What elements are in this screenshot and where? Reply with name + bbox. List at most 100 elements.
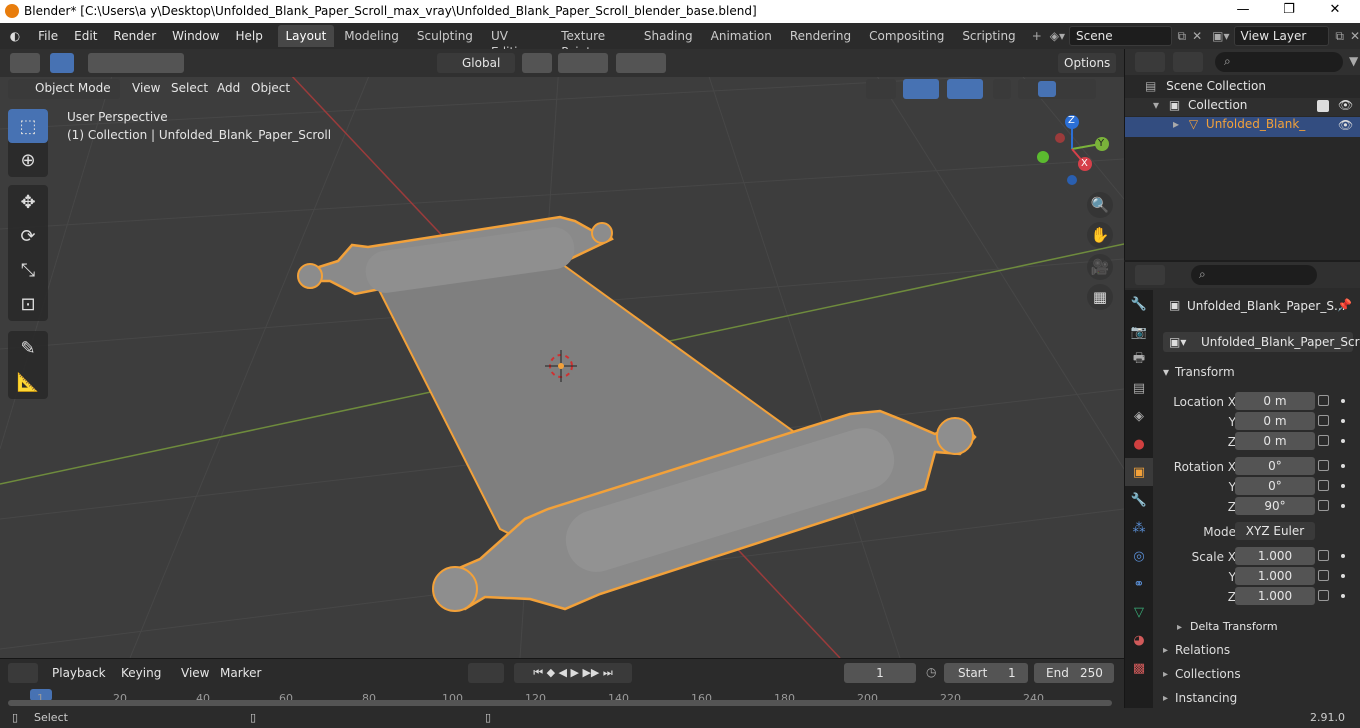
scene-name-field[interactable]: Scene (1069, 26, 1172, 46)
filter-icon[interactable]: ▼ (1349, 54, 1358, 68)
measure-icon[interactable]: 📐 (8, 365, 48, 399)
scale-x-field[interactable]: 1.000 (1235, 547, 1315, 565)
relations-panel-header[interactable]: Relations (1175, 643, 1230, 657)
lock-icon[interactable] (1318, 415, 1329, 426)
location-y-field[interactable]: 0 m (1235, 412, 1315, 430)
timeline-menu-keying[interactable]: Keying (121, 666, 161, 680)
keyframe-dot-icon[interactable] (1341, 504, 1345, 508)
current-frame-field[interactable]: 1 (844, 663, 916, 683)
expand-arrow-icon[interactable]: ▸ (1163, 693, 1168, 704)
tab-sculpting[interactable]: Sculpting (409, 25, 481, 47)
solid-shading-icon[interactable] (1038, 81, 1056, 97)
tab-modeling[interactable]: Modeling (336, 25, 407, 47)
tab-animation[interactable]: Animation (703, 25, 780, 47)
rotation-z-field[interactable]: 90° (1235, 497, 1315, 515)
outliner-editor-icon[interactable] (1135, 52, 1165, 72)
expand-arrow-icon[interactable]: ▸ (1177, 622, 1182, 633)
perspective-grid-icon[interactable]: ▦ (1087, 284, 1113, 310)
keyframe-dot-icon[interactable] (1341, 399, 1345, 403)
view-layer-icon[interactable]: ▣▾ (1212, 29, 1229, 43)
keyframe-dot-icon[interactable] (1341, 419, 1345, 423)
lock-icon[interactable] (1318, 480, 1329, 491)
constraints-tab-icon[interactable]: ⚭ (1125, 570, 1153, 598)
outliner-row-collection[interactable]: ▾ ▣ Collection 👁 (1125, 98, 1360, 116)
cursor-icon[interactable]: ⊕ (8, 143, 48, 177)
playback-controls[interactable]: ⏮ ◆ ◀ ▶ ▶▶ ⏭ (514, 663, 632, 683)
scale-icon[interactable]: ⤡ (8, 253, 48, 287)
view-layer-field[interactable]: View Layer (1233, 26, 1330, 46)
visibility-icon[interactable] (866, 79, 896, 99)
camera-icon[interactable]: 🎥 (1087, 254, 1113, 280)
scene-tab-icon[interactable]: ◈ (1125, 402, 1153, 430)
lock-icon[interactable] (1318, 460, 1329, 471)
lock-icon[interactable] (1318, 570, 1329, 581)
menu-file[interactable]: File (30, 29, 66, 43)
delete-scene-icon[interactable]: ✕ (1192, 29, 1202, 43)
eye-icon[interactable]: 👁 (1338, 118, 1353, 132)
record-button[interactable] (468, 663, 504, 683)
select-tool-icon[interactable] (50, 53, 74, 73)
delete-view-layer-icon[interactable]: ✕ (1350, 29, 1360, 43)
object-tab-icon[interactable]: ▣ (1125, 458, 1153, 486)
data-tab-icon[interactable]: ▽ (1125, 598, 1153, 626)
tab-texture-paint[interactable]: Texture Paint (553, 25, 634, 59)
3d-viewport[interactable]: Z Y X Global Options Object Mode View Se… (0, 49, 1124, 658)
maximize-button[interactable]: ❐ (1266, 2, 1312, 22)
output-tab-icon[interactable]: 🖶 (1125, 346, 1153, 374)
timeline-menu-marker[interactable]: Marker (220, 666, 261, 680)
menu-render[interactable]: Render (105, 29, 164, 43)
particles-tab-icon[interactable]: ⁂ (1125, 514, 1153, 542)
scale-z-field[interactable]: 1.000 (1235, 587, 1315, 605)
tool-tab-icon[interactable]: 🔧 (1125, 290, 1153, 318)
keyframe-dot-icon[interactable] (1341, 554, 1345, 558)
close-window-button[interactable]: ✕ (1312, 2, 1358, 22)
location-x-field[interactable]: 0 m (1235, 392, 1315, 410)
lock-icon[interactable] (1318, 395, 1329, 406)
lock-icon[interactable] (1318, 500, 1329, 511)
minimize-button[interactable]: — (1220, 2, 1266, 22)
display-mode-icon[interactable] (1173, 52, 1203, 72)
tab-compositing[interactable]: Compositing (861, 25, 952, 47)
rotation-mode-select[interactable]: XYZ Euler (1235, 522, 1315, 540)
render-tab-icon[interactable]: 📷 (1125, 318, 1153, 346)
tab-rendering[interactable]: Rendering (782, 25, 859, 47)
select-box-icon[interactable]: ⬚ (8, 109, 48, 143)
xray-icon[interactable] (993, 79, 1011, 99)
tab-layout[interactable]: Layout (277, 25, 335, 47)
lock-icon[interactable] (1318, 435, 1329, 446)
editor-type-icon[interactable] (10, 53, 40, 73)
rotation-y-field[interactable]: 0° (1235, 477, 1315, 495)
pivot-icon[interactable] (522, 53, 552, 73)
expand-arrow-icon[interactable]: ▸ (1173, 117, 1179, 131)
add-workspace-icon[interactable]: + (1032, 29, 1042, 43)
view-layer-tab-icon[interactable]: ▤ (1125, 374, 1153, 402)
timeline-menu-view[interactable]: View (181, 666, 209, 680)
new-view-layer-icon[interactable]: ⧉ (1335, 29, 1344, 44)
timeline-menu-playback[interactable]: Playback (52, 666, 106, 680)
exclude-checkbox[interactable] (1317, 100, 1329, 112)
transform-icon[interactable]: ⊡ (8, 287, 48, 321)
timeline-scrollbar[interactable] (8, 700, 1112, 706)
physics-tab-icon[interactable]: ◎ (1125, 542, 1153, 570)
menu-edit[interactable]: Edit (66, 29, 105, 43)
pan-hand-icon[interactable]: ✋ (1087, 222, 1113, 248)
scene-icon[interactable]: ◈▾ (1050, 29, 1065, 43)
rotate-icon[interactable]: ⟳ (8, 219, 48, 253)
collections-panel-header[interactable]: Collections (1175, 667, 1241, 681)
menu-window[interactable]: Window (164, 29, 227, 43)
blender-menu-icon[interactable]: ◐ (0, 29, 30, 43)
gizmo-toggle-icon[interactable] (903, 79, 939, 99)
overlay-toggle-icon[interactable] (947, 79, 983, 99)
viewport-menu-object[interactable]: Object (251, 81, 290, 95)
lock-icon[interactable] (1318, 550, 1329, 561)
properties-search-input[interactable] (1191, 265, 1317, 285)
collapse-arrow-icon[interactable]: ▾ (1163, 365, 1169, 379)
tab-scripting[interactable]: Scripting (954, 25, 1023, 47)
tab-shading[interactable]: Shading (636, 25, 701, 47)
delta-transform-header[interactable]: Delta Transform (1190, 620, 1278, 633)
scale-y-field[interactable]: 1.000 (1235, 567, 1315, 585)
tab-uv-editing[interactable]: UV Editing (483, 25, 551, 59)
lock-icon[interactable] (1318, 590, 1329, 601)
keyframe-dot-icon[interactable] (1341, 484, 1345, 488)
texture-tab-icon[interactable]: ▩ (1125, 654, 1153, 682)
